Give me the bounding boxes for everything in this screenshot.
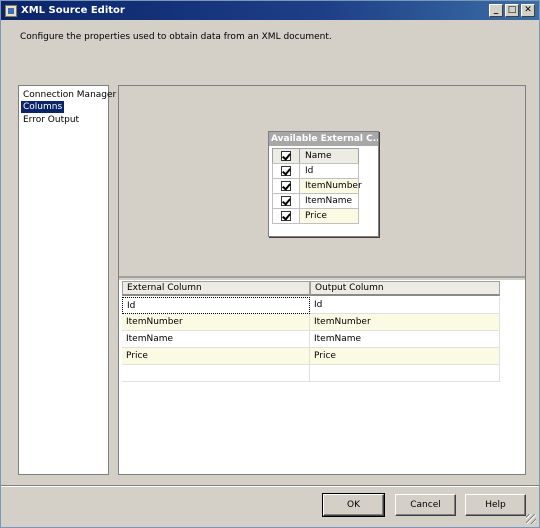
- maximize-button[interactable]: □: [505, 4, 519, 17]
- output-column-cell[interactable]: Price: [310, 348, 500, 365]
- checkbox-cell[interactable]: [272, 163, 299, 179]
- column-mapping-grid: External Column Output Column Id Id Item…: [119, 280, 525, 474]
- available-columns-title: Available External C...: [269, 132, 378, 146]
- name-column-header: Name: [299, 148, 359, 164]
- available-columns-box[interactable]: Available External C... Name Id ItemNumb…: [268, 131, 379, 237]
- grid-header: External Column Output Column: [122, 281, 500, 296]
- external-column-cell[interactable]: Id: [122, 297, 310, 314]
- dialog-description: Configure the properties used to obtain …: [20, 32, 332, 42]
- cancel-button[interactable]: Cancel: [395, 494, 456, 516]
- column-name: Id: [299, 163, 359, 179]
- xml-source-editor-window: XML Source Editor _ □ ✕ Configure the pr…: [0, 0, 540, 528]
- diagram-area: Available External C... Name Id ItemNumb…: [119, 86, 525, 278]
- output-column-cell[interactable]: Id: [310, 297, 500, 314]
- checkbox-cell[interactable]: [272, 178, 299, 194]
- checkbox-cell[interactable]: [272, 193, 299, 209]
- column-checkbox[interactable]: [281, 166, 291, 176]
- external-column-cell[interactable]: Price: [122, 348, 310, 365]
- column-name: ItemName: [299, 193, 359, 209]
- resize-grip[interactable]: [526, 514, 536, 524]
- app-icon: [5, 4, 17, 17]
- select-all-checkbox[interactable]: [281, 151, 291, 161]
- column-row: Id: [272, 163, 359, 179]
- title-bar[interactable]: XML Source Editor _ □ ✕: [1, 1, 539, 20]
- output-column-cell[interactable]: [310, 365, 500, 382]
- nav-item-columns[interactable]: Columns: [21, 101, 65, 113]
- columns-page: Available External C... Name Id ItemNumb…: [118, 85, 526, 475]
- checkbox-cell[interactable]: [272, 208, 299, 224]
- table-row[interactable]: Price Price: [122, 348, 500, 365]
- external-column-cell[interactable]: ItemNumber: [122, 314, 310, 331]
- help-button[interactable]: Help: [465, 494, 526, 516]
- column-checkbox[interactable]: [281, 211, 291, 221]
- external-column-cell[interactable]: ItemName: [122, 331, 310, 348]
- footer-divider: [1, 485, 539, 487]
- column-row: ItemNumber: [272, 178, 362, 194]
- column-checkbox[interactable]: [281, 181, 291, 191]
- column-row: Price: [272, 208, 359, 224]
- column-name: ItemNumber: [299, 178, 362, 194]
- table-row-new[interactable]: [122, 365, 500, 382]
- nav-item-connection-manager[interactable]: Connection Manager: [21, 89, 118, 101]
- available-columns-header: Name: [272, 148, 359, 164]
- external-column-cell[interactable]: [122, 365, 310, 382]
- close-button[interactable]: ✕: [521, 4, 535, 17]
- select-all-cell[interactable]: [272, 148, 299, 164]
- output-column-cell[interactable]: ItemNumber: [310, 314, 500, 331]
- output-column-header[interactable]: Output Column: [310, 281, 500, 296]
- output-column-cell[interactable]: ItemName: [310, 331, 500, 348]
- table-row[interactable]: ItemName ItemName: [122, 331, 500, 348]
- table-row[interactable]: Id Id: [122, 297, 500, 314]
- column-checkbox[interactable]: [281, 196, 291, 206]
- column-row: ItemName: [272, 193, 359, 209]
- page-list: Connection Manager Columns Error Output: [18, 85, 116, 475]
- column-name: Price: [299, 208, 359, 224]
- minimize-button[interactable]: _: [489, 4, 503, 17]
- table-row[interactable]: ItemNumber ItemNumber: [122, 314, 500, 331]
- nav-item-error-output[interactable]: Error Output: [21, 114, 81, 126]
- external-column-header[interactable]: External Column: [122, 281, 310, 296]
- window-title: XML Source Editor: [21, 5, 125, 16]
- ok-button[interactable]: OK: [322, 493, 385, 517]
